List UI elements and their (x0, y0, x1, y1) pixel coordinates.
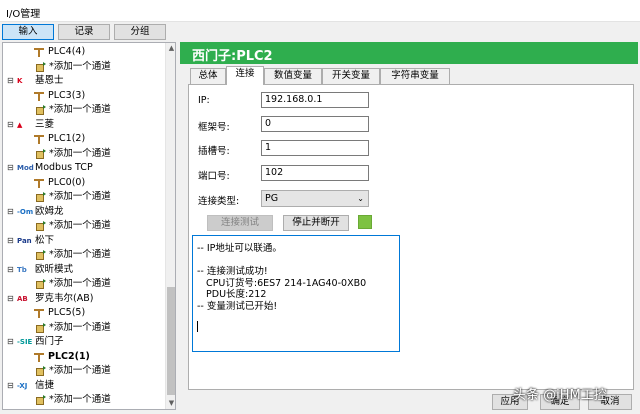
window-title: I/O管理 (6, 9, 41, 20)
xinje-icon: -XJ (17, 381, 28, 390)
plc-device-icon (33, 46, 45, 58)
tree-add-channel[interactable]: *添加一个通道 (3, 393, 165, 407)
tree-add-channel[interactable]: *添加一个通道 (3, 248, 165, 262)
collapse-icon[interactable]: ⊟ (7, 236, 15, 245)
tree-brand-xinje[interactable]: ⊟ -XJ 信捷 (3, 379, 165, 393)
test-connection-button[interactable]: 连接测试 (207, 215, 273, 231)
tree-device[interactable]: PLC1(2) (3, 132, 165, 146)
plc-device-icon (33, 307, 45, 319)
tab-general[interactable]: 总体 (190, 68, 226, 84)
log-output[interactable]: -- IP地址可以联通。 -- 连接测试成功! CPU订货号:6ES7 214-1… (192, 235, 400, 352)
conn-type-value: PG (265, 193, 279, 204)
add-channel-icon (35, 104, 47, 116)
siemens-icon: -SIE (17, 338, 33, 346)
device-header: 西门子:PLC2 (180, 42, 638, 64)
tree-brand-rockwell[interactable]: ⊟ AB 罗克韦尔(AB) (3, 292, 165, 306)
add-channel-icon (35, 249, 47, 261)
config-pane: 西门子:PLC2 总体 连接 数值变量 开关变量 字符串变量 IP: 192.1… (180, 40, 638, 412)
tab-switch-vars[interactable]: 开关变量 (322, 68, 380, 84)
collapse-icon[interactable]: ⊟ (7, 338, 15, 346)
tree-add-channel[interactable]: *添加一个通道 (3, 103, 165, 117)
tree-add-channel[interactable]: *添加一个通道 (3, 190, 165, 204)
conn-type-label: 连接类型: (198, 196, 240, 207)
scroll-thumb[interactable] (167, 287, 175, 395)
tree-add-channel[interactable]: *添加一个通道 (3, 219, 165, 233)
slot-input[interactable]: 1 (261, 140, 369, 156)
tree-brand-modbus[interactable]: ⊟ Mod Modbus TCP (3, 161, 165, 175)
collapse-icon[interactable]: ⊟ (7, 265, 15, 274)
add-channel-icon (35, 278, 47, 290)
add-channel-icon (35, 191, 47, 203)
tree-device[interactable]: PLC4(4) (3, 45, 165, 59)
tree-add-channel[interactable]: *添加一个通道 (3, 277, 165, 291)
rack-label: 框架号: (198, 122, 230, 133)
add-channel-icon (35, 394, 47, 406)
rockwell-icon: AB (17, 294, 28, 303)
tree-add-channel[interactable]: *添加一个通道 (3, 60, 165, 74)
tab-string-vars[interactable]: 字符串变量 (380, 68, 450, 84)
group-button[interactable]: 分组 (114, 24, 166, 40)
device-tree[interactable]: PLC4(4) *添加一个通道 ⊟ K 基恩士 PLC3(3) *添加一个通道 ⊟ ▲ 三菱 PLC… (2, 42, 176, 410)
add-channel-icon (35, 148, 47, 160)
rack-input[interactable]: 0 (261, 116, 369, 132)
port-input[interactable]: 102 (261, 165, 369, 181)
window-titlebar: I/O管理 (0, 0, 640, 22)
tree-add-channel[interactable]: *添加一个通道 (3, 364, 165, 378)
mitsubishi-icon: ▲ (17, 120, 23, 129)
stop-disconnect-button[interactable]: 停止并断开 (283, 215, 349, 231)
scroll-up-icon[interactable]: ▲ (166, 43, 175, 54)
collapse-icon[interactable]: ⊟ (7, 381, 15, 390)
log-line: -- IP地址可以联通。 (197, 243, 282, 254)
slot-label: 插槽号: (198, 146, 230, 157)
scroll-down-icon[interactable]: ▼ (166, 398, 175, 409)
tab-numeric-vars[interactable]: 数值变量 (264, 68, 322, 84)
text-caret (197, 321, 198, 332)
ip-input[interactable]: 192.168.0.1 (261, 92, 369, 108)
tree-brand-siemens[interactable]: ⊟ -SIE 西门子 (3, 335, 165, 349)
conn-type-select[interactable]: PG ⌄ (261, 190, 369, 207)
add-channel-icon (35, 322, 47, 334)
collapse-icon[interactable]: ⊟ (7, 207, 15, 216)
fins-icon: Tb (17, 265, 27, 274)
collapse-icon[interactable]: ⊟ (7, 164, 15, 172)
add-channel-icon (35, 220, 47, 232)
tree-add-channel[interactable]: *添加一个通道 (3, 147, 165, 161)
tree-brand-mitsubishi[interactable]: ⊟ ▲ 三菱 (3, 118, 165, 132)
port-label: 端口号: (198, 171, 230, 182)
keyence-icon: K (17, 77, 23, 85)
tree-brand-fins[interactable]: ⊟ Tb 欧昕模式 (3, 263, 165, 277)
tree-brand-keyence[interactable]: ⊟ K 基恩士 (3, 74, 165, 88)
watermark-text: 头条 @iHM工控 (513, 388, 607, 403)
add-channel-icon (35, 365, 47, 377)
tree-brand-panasonic[interactable]: ⊟ Pan 松下 (3, 234, 165, 248)
chevron-down-icon: ⌄ (357, 194, 364, 203)
panasonic-icon: Pan (17, 236, 32, 245)
collapse-icon[interactable]: ⊟ (7, 294, 15, 303)
tree-add-channel[interactable]: *添加一个通道 (3, 321, 165, 335)
status-indicator (358, 215, 372, 229)
input-button[interactable]: 输入 (2, 24, 54, 40)
collapse-icon[interactable]: ⊟ (7, 120, 15, 129)
modbus-icon: Mod (17, 164, 34, 172)
tree-device[interactable]: PLC2(1) (3, 350, 165, 364)
plc-device-icon (33, 177, 45, 189)
tree-scrollbar[interactable]: ▲ ▼ (165, 43, 175, 409)
tree-device[interactable]: PLC0(0) (3, 176, 165, 190)
plc-device-icon (33, 133, 45, 145)
add-channel-icon (35, 61, 47, 73)
tree-brand-omron[interactable]: ⊟ -Om 欧姆龙 (3, 205, 165, 219)
tree-device[interactable]: PLC5(5) (3, 306, 165, 320)
plc-device-icon (33, 90, 45, 102)
ip-label: IP: (198, 95, 210, 106)
collapse-icon[interactable]: ⊟ (7, 77, 15, 85)
tree-device[interactable]: PLC3(3) (3, 89, 165, 103)
record-button[interactable]: 记录 (58, 24, 110, 40)
tab-connection[interactable]: 连接 (226, 66, 264, 85)
plc-device-icon (33, 351, 45, 363)
omron-icon: -Om (17, 207, 34, 216)
device-title: 西门子:PLC2 (192, 49, 273, 64)
connection-panel: IP: 192.168.0.1 框架号: 0 插槽号: 1 端口号: 102 连… (188, 84, 634, 390)
log-line: -- 变量测试已开始! (197, 300, 278, 312)
